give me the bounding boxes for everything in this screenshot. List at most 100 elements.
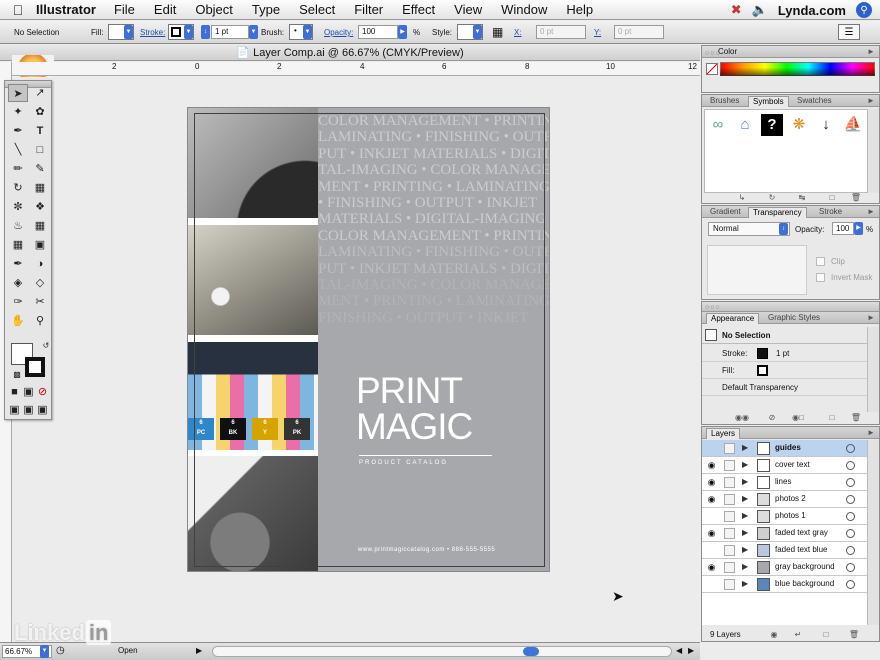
direct-selection-tool-icon[interactable]: ↗	[30, 84, 50, 102]
lock-toggle[interactable]	[724, 443, 735, 454]
visibility-eye-icon[interactable]: ◉	[706, 477, 717, 488]
layer-target-icon[interactable]	[846, 478, 855, 487]
lock-toggle[interactable]	[724, 579, 735, 590]
menu-help[interactable]: Help	[566, 2, 593, 17]
type-tool-icon[interactable]: T	[30, 122, 50, 140]
full-screen-mode-icon[interactable]: ▣	[36, 401, 49, 419]
layer-target-icon[interactable]	[846, 495, 855, 504]
tab-brushes[interactable]: Brushes	[706, 96, 743, 107]
blend-tool-icon[interactable]: ◑	[30, 255, 50, 273]
y-label-link[interactable]: Y:	[594, 25, 601, 40]
blend-mode-dropdown-icon[interactable]: ↕	[779, 223, 788, 235]
layer-target-icon[interactable]	[846, 444, 855, 453]
expand-triangle-icon[interactable]: ▶	[742, 494, 748, 503]
appearance-reduce-icon[interactable]: ◉□	[788, 413, 808, 423]
color-panel-titlebar[interactable]: ○○○ Color ►	[702, 46, 879, 58]
gradient-tool-icon[interactable]: ▣	[30, 236, 50, 254]
app-name-menu[interactable]: Illustrator	[36, 2, 96, 17]
appearance-delete-icon[interactable]: 🗑	[850, 413, 862, 423]
volume-icon[interactable]: 🔈	[752, 2, 768, 18]
layer-row[interactable]: ▶ blue background	[702, 576, 867, 593]
visibility-toggle[interactable]	[706, 511, 717, 522]
new-symbol-icon[interactable]: □	[826, 193, 838, 203]
visibility-toggle[interactable]	[706, 579, 717, 590]
layer-row[interactable]: ▶ faded text blue	[702, 542, 867, 559]
status-menu-arrow-icon[interactable]: ▶	[196, 646, 202, 655]
menu-view[interactable]: View	[454, 2, 482, 17]
brush-dropdown-icon[interactable]: ▼	[303, 25, 312, 39]
appearance-stroke-row[interactable]: Stroke: 1 pt	[702, 345, 867, 362]
layer-target-icon[interactable]	[846, 461, 855, 470]
pen-tool-icon[interactable]: ✒	[8, 122, 28, 140]
make-clipping-mask-icon[interactable]: ◉	[768, 630, 780, 640]
scale-tool-icon[interactable]: ▦	[30, 179, 50, 197]
arrow-down-icon[interactable]: ↓	[815, 114, 837, 136]
photo-surface[interactable]	[188, 225, 318, 335]
expand-triangle-icon[interactable]: ▶	[742, 460, 748, 469]
question-icon[interactable]: ?	[761, 114, 783, 136]
fill-swatch[interactable]: ▼	[108, 24, 134, 40]
blend-mode-select[interactable]: Normal ↕	[708, 222, 790, 236]
photo-device[interactable]	[188, 456, 318, 571]
break-link-icon[interactable]: ↹	[796, 193, 808, 203]
menu-object[interactable]: Object	[195, 2, 233, 17]
lock-toggle[interactable]	[724, 511, 735, 522]
version-cue-icon[interactable]: ◷	[56, 645, 65, 656]
delete-layer-icon[interactable]: 🗑	[848, 630, 860, 640]
replace-symbol-icon[interactable]: ↻	[766, 193, 778, 203]
magic-wand-tool-icon[interactable]: ✦	[8, 103, 28, 121]
place-symbol-icon[interactable]: ↳	[736, 193, 748, 203]
layer-target-icon[interactable]	[846, 529, 855, 538]
symbols-panel-menu-icon[interactable]: ►	[865, 96, 877, 106]
x-label-link[interactable]: X:	[514, 25, 522, 40]
lock-toggle[interactable]	[724, 545, 735, 556]
boat-icon[interactable]: ⛵	[842, 114, 864, 136]
status-text[interactable]: Open	[118, 646, 206, 655]
stroke-weight-stepper[interactable]: ↕	[201, 25, 210, 39]
slice-tool-icon[interactable]: ✑	[8, 293, 28, 311]
layer-row[interactable]: ◉ ▶ lines	[702, 474, 867, 491]
status-tools-icon[interactable]: ✖	[731, 2, 742, 18]
rotate-tool-icon[interactable]: ↻	[8, 179, 28, 197]
tab-appearance[interactable]: Appearance	[706, 313, 760, 324]
live-paint-tool-icon[interactable]: ◈	[8, 274, 28, 292]
layer-target-icon[interactable]	[846, 563, 855, 572]
opacity-dropdown-icon[interactable]: ▶	[398, 25, 407, 39]
selection-tool-icon[interactable]: ➤	[8, 84, 28, 102]
visibility-eye-icon[interactable]: ◉	[706, 528, 717, 539]
full-screen-menu-mode-icon[interactable]: ▣	[22, 401, 35, 419]
expand-triangle-icon[interactable]: ▶	[742, 562, 748, 571]
visibility-eye-icon[interactable]: ◉	[706, 562, 717, 573]
layer-row[interactable]: ◉ ▶ photos 2	[702, 491, 867, 508]
lock-toggle[interactable]	[724, 460, 735, 471]
eyedropper-tool-icon[interactable]: ✒	[8, 255, 28, 273]
scroll-left-arrow-icon[interactable]: ◀	[676, 646, 682, 655]
stroke-swatch[interactable]: ▼	[168, 24, 194, 40]
appearance-new-art-icon[interactable]: ◉◉	[732, 413, 752, 423]
warp-tool-icon[interactable]: ✼	[8, 198, 28, 216]
horizontal-scrollbar[interactable]	[212, 646, 672, 657]
x-field[interactable]: 0 pt	[536, 25, 586, 39]
layer-row[interactable]: ◉ ▶ gray background	[702, 559, 867, 576]
menu-type[interactable]: Type	[252, 2, 280, 17]
appearance-panel-titlebar[interactable]: ○○○	[702, 302, 879, 312]
menu-edit[interactable]: Edit	[154, 2, 176, 17]
gradient-mode-icon[interactable]: ▣	[22, 383, 35, 401]
stroke-weight-dropdown-icon[interactable]: ▼	[249, 25, 258, 39]
visibility-toggle[interactable]	[706, 443, 717, 454]
color-panel-menu-icon[interactable]: ►	[865, 47, 877, 57]
color-spectrum[interactable]	[720, 62, 875, 76]
pencil-tool-icon[interactable]: ✎	[30, 160, 50, 178]
layer-row[interactable]: ▶ photos 1	[702, 508, 867, 525]
new-sublayer-icon[interactable]: ↵	[792, 630, 804, 640]
clip-checkbox[interactable]	[816, 257, 825, 266]
delete-symbol-icon[interactable]: 🗑	[850, 193, 862, 203]
fill-dropdown-icon[interactable]: ▼	[124, 25, 133, 39]
layers-panel-menu-icon[interactable]: ►	[865, 428, 877, 438]
photo-strip[interactable]: 6 PC 6 BK 6Y 6 PK	[188, 108, 318, 571]
photo-dial[interactable]	[188, 108, 318, 218]
leaf-icon[interactable]: ❋	[788, 114, 810, 136]
spotlight-search-icon[interactable]: ⚲	[856, 2, 872, 18]
tab-layers[interactable]: Layers	[706, 428, 741, 439]
panel-window-buttons[interactable]: ○○○	[705, 48, 721, 59]
